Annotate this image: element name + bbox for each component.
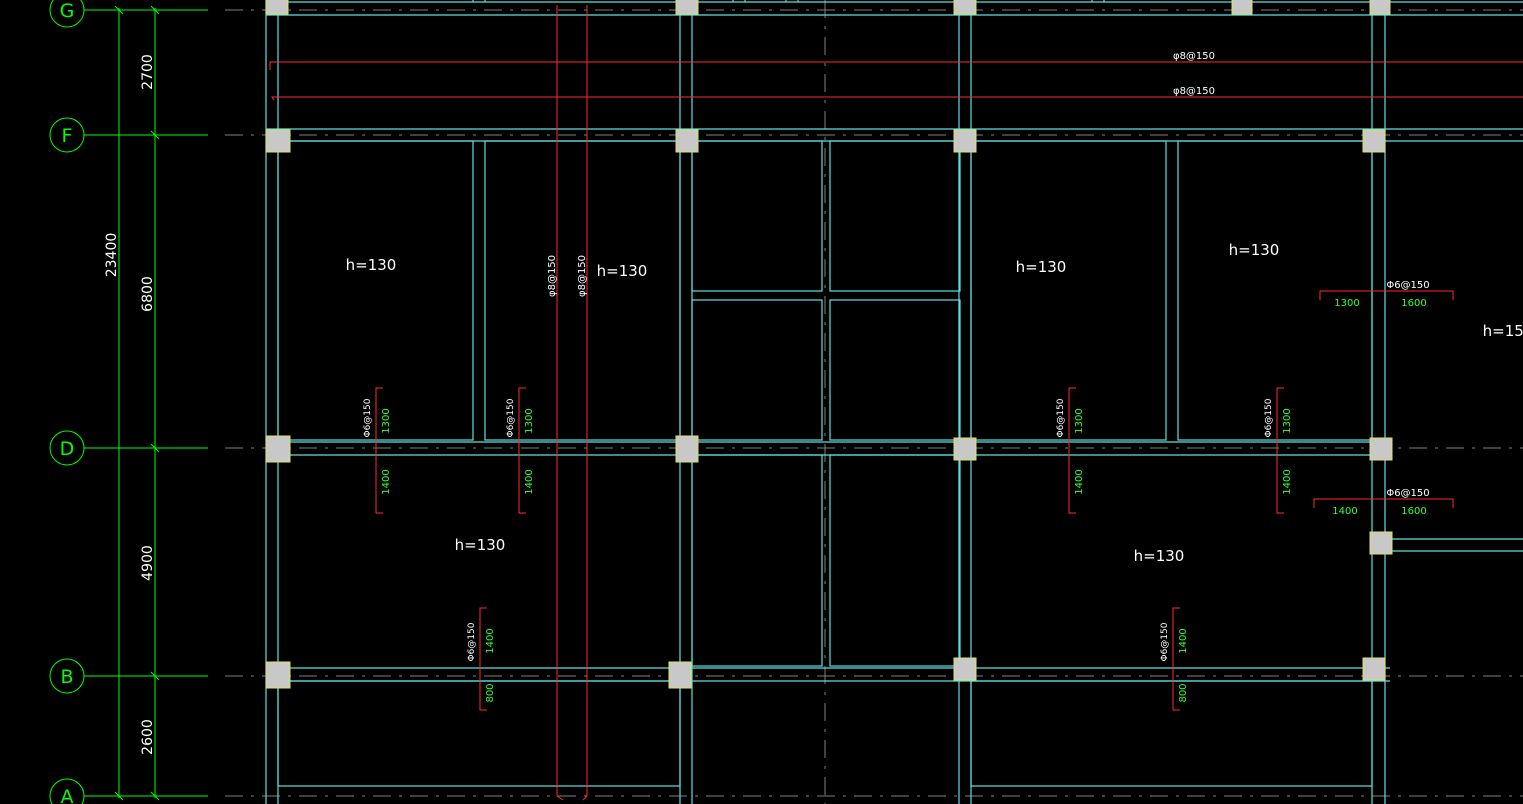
- neg-rebar-label: Φ6@150: [363, 398, 373, 437]
- slab-h-right-upper-1: h=130: [1016, 258, 1067, 276]
- neg-rebar-label: Φ6@150: [506, 398, 516, 437]
- axis-label-A: A: [61, 786, 74, 804]
- rebar-top-label-1: φ8@150: [1173, 51, 1215, 62]
- neg-rebar-len-upper: 1300: [524, 408, 535, 433]
- rebar-top-label-2: φ8@150: [1173, 86, 1215, 97]
- neg-rebar-label: Φ6@150: [467, 622, 477, 661]
- slab-h-right-upper-2: h=130: [1229, 241, 1280, 259]
- slab-h-left-lower: h=130: [455, 536, 506, 554]
- dim-span-FD: 6800: [140, 276, 156, 312]
- neg-rebar-len-lower: 800: [1178, 683, 1189, 702]
- axis-label-B: B: [60, 666, 73, 688]
- neg-rebar-len-upper: 1400: [485, 628, 496, 653]
- structural-slab-plan: G F D B A 23400 2700 6800 4900 2600 φ8@1…: [0, 0, 1523, 804]
- neg-rebar-len-upper: 1400: [1178, 628, 1189, 653]
- neg-rebar-label: Φ6@150: [1160, 622, 1170, 661]
- neg-rebar-len-lower: 1400: [1074, 469, 1085, 494]
- slab-h-left-upper: h=130: [346, 256, 397, 274]
- neg-rebar-len-lower: 1400: [381, 469, 392, 494]
- neg-rebar-len-left: 1400: [1332, 506, 1357, 517]
- neg-rebar-len-lower: 800: [485, 683, 496, 702]
- neg-rebar-len-upper: 1300: [1282, 408, 1293, 433]
- neg-rebar-len-upper: 1300: [1074, 408, 1085, 433]
- dim-total: 23400: [104, 233, 120, 278]
- rebar-vert-label-2: φ8@150: [577, 255, 588, 297]
- axis-label-G: G: [60, 0, 75, 22]
- neg-rebar-len-left: 1300: [1334, 298, 1359, 309]
- neg-rebar-label: Φ6@150: [1386, 488, 1429, 499]
- neg-rebar-len-lower: 1400: [1282, 469, 1293, 494]
- neg-rebar-label: Φ6@150: [1386, 280, 1429, 291]
- neg-rebar-len-right: 1600: [1401, 298, 1426, 309]
- neg-rebar-len-right: 1600: [1401, 506, 1426, 517]
- drawing-background: [0, 0, 1523, 804]
- dim-span-GF: 2700: [140, 54, 156, 90]
- axis-label-F: F: [62, 125, 73, 147]
- slab-h-right-lower: h=130: [1134, 547, 1185, 565]
- rebar-vert-label-1: φ8@150: [547, 255, 558, 297]
- dim-span-DB: 4900: [140, 545, 156, 581]
- neg-rebar-len-upper: 1300: [381, 408, 392, 433]
- neg-rebar-label: Φ6@150: [1056, 398, 1066, 437]
- neg-rebar-len-lower: 1400: [524, 469, 535, 494]
- dim-span-BA: 2600: [140, 719, 156, 755]
- slab-h-mid-upper: h=130: [597, 262, 648, 280]
- axis-label-D: D: [60, 438, 75, 460]
- neg-rebar-label: Φ6@150: [1264, 398, 1274, 437]
- slab-h-far-right: h=150: [1483, 322, 1523, 340]
